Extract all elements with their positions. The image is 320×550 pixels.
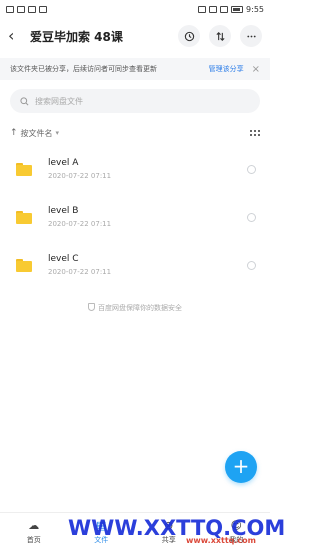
folder-icon (16, 210, 32, 224)
message-icon (28, 5, 36, 13)
manage-share-link[interactable]: 管理该分享 (209, 64, 244, 74)
sort-arrow-icon: ↑ (10, 128, 18, 138)
search-input[interactable] (35, 96, 235, 106)
file-name: level C (48, 254, 79, 264)
status-bar: 9:55 (0, 0, 270, 18)
safety-notice: 百度网盘保障你的数据安全 (0, 303, 270, 313)
notification-icon (17, 5, 25, 13)
list-item[interactable]: level A 2020-07-22 07:11 (0, 145, 270, 193)
search-bar[interactable] (10, 89, 260, 113)
add-button[interactable]: + (225, 451, 257, 483)
file-date: 2020-07-22 07:11 (48, 172, 112, 180)
list-item[interactable]: level C 2020-07-22 07:11 (0, 241, 270, 289)
wechat-icon (39, 5, 47, 13)
select-radio[interactable] (247, 164, 256, 174)
grid-view-icon[interactable] (250, 130, 260, 136)
folder-icon (16, 162, 32, 176)
close-icon[interactable]: × (252, 64, 260, 75)
sort-bar: ↑ 按文件名 ▾ (10, 125, 260, 141)
search-icon (20, 96, 29, 105)
chevron-left-icon[interactable]: ‹ (8, 28, 26, 44)
vibrate-icon (209, 5, 218, 13)
watermark-small-text: www.xxttq.com (186, 536, 257, 545)
swap-vertical-icon[interactable] (209, 25, 231, 47)
file-info: level A 2020-07-22 07:11 (48, 158, 247, 180)
nfc-icon (198, 5, 207, 13)
share-notice-banner: 该文件夹已被分享，后续访问者可同步查看更新 管理该分享 × (0, 58, 270, 80)
cloud-icon: ☁ (28, 519, 40, 532)
clock-history-icon[interactable] (178, 25, 200, 47)
watermark: WWW.XXTTQ.COM www.xxttq.com (68, 516, 285, 546)
header-bar: ‹ 爱豆毕加索 48课 (0, 18, 270, 54)
file-info: level C 2020-07-22 07:11 (48, 254, 247, 276)
battery-icon (231, 5, 244, 13)
file-date: 2020-07-22 07:11 (48, 268, 112, 276)
status-icons-left (6, 5, 47, 13)
wifi-icon (220, 5, 229, 13)
file-date: 2020-07-22 07:11 (48, 220, 112, 228)
folder-icon (16, 258, 32, 272)
nav-label: 首页 (26, 535, 41, 544)
select-radio[interactable] (247, 212, 256, 222)
file-list: level A 2020-07-22 07:11 level B 2020-07… (0, 145, 270, 289)
nav-home[interactable]: ☁ 首页 (0, 513, 68, 550)
more-dots-icon[interactable] (240, 25, 262, 47)
safety-text: 百度网盘保障你的数据安全 (98, 304, 182, 312)
status-time: 9:55 (246, 4, 264, 14)
shield-icon (88, 303, 95, 311)
page-title: 爱豆毕加索 48课 (30, 29, 123, 44)
file-name: level B (48, 206, 79, 216)
sort-by-filename-button[interactable]: 按文件名 (21, 128, 53, 139)
select-radio[interactable] (247, 260, 256, 270)
sim-icon (6, 5, 14, 13)
list-item[interactable]: level B 2020-07-22 07:11 (0, 193, 270, 241)
file-name: level A (48, 158, 79, 168)
status-icons-right: 9:55 (198, 5, 264, 14)
share-notice-text: 该文件夹已被分享，后续访问者可同步查看更新 (10, 65, 157, 73)
chevron-down-icon[interactable]: ▾ (56, 129, 60, 137)
file-info: level B 2020-07-22 07:11 (48, 206, 247, 228)
